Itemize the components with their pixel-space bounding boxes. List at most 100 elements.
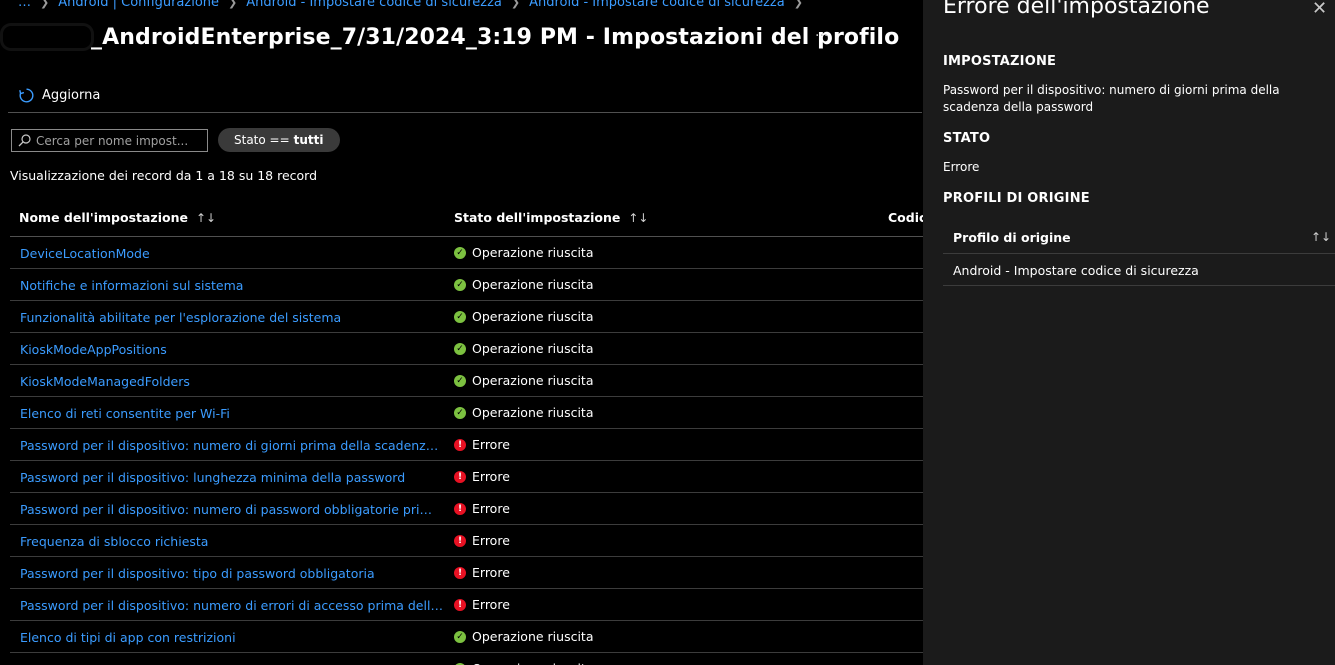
success-check-icon: ✓ (454, 630, 466, 643)
sort-icon: ↑↓ (628, 210, 649, 225)
setting-status: ! Errore (454, 437, 510, 452)
origin-table-row: Android - Impostare codice di sicurezza (943, 254, 1335, 286)
status-label: Operazione riuscita (472, 405, 594, 420)
table-row[interactable]: Notifiche e informazioni sul sistema ✓ Ope… (10, 269, 923, 301)
setting-status: ✓Operazione riuscita (454, 629, 593, 644)
breadcrumb-item-configurazione[interactable]: Android | Configurazione (58, 0, 219, 10)
breadcrumb-item-policy[interactable]: Android - Impostare codice di sicurezza (246, 0, 502, 10)
success-check-icon: ✓ (454, 406, 466, 419)
more-options-icon[interactable]: ··· (815, 28, 828, 44)
table-row[interactable]: Password per il dispositivo: numero di e… (10, 589, 923, 621)
setting-name-link[interactable]: KioskModeManagedFolders (20, 374, 444, 389)
refresh-icon (19, 88, 34, 102)
table-row[interactable]: Password per il dispositivo: numero di p… (10, 493, 923, 525)
main-blade: … ❯ Android | Configurazione ❯ Android -… (0, 0, 923, 665)
error-icon: ! (454, 502, 466, 515)
status-label: Errore (472, 469, 510, 484)
redacted-device-name (3, 26, 91, 48)
table-header: Nome dell'impostazione ↑↓ Stato dell'imp… (10, 204, 923, 237)
setting-name-link[interactable]: Password per il dispositivo: numero di g… (20, 438, 444, 453)
table-row[interactable]: DeviceLocationMode ✓ Operazione riuscita (10, 237, 923, 269)
origin-profile-name: Android - Impostare codice di sicurezza (953, 263, 1199, 278)
setting-name-link[interactable]: Notifiche e informazioni sul sistema (20, 278, 444, 293)
success-check-icon: ✓ (454, 246, 466, 259)
records-count: Visualizzazione dei record da 1 a 18 su … (10, 168, 318, 183)
setting-name-link[interactable]: Elenco di tipi di app con restrizioni (20, 630, 444, 645)
success-check-icon: ✓ (454, 374, 466, 387)
breadcrumb-item-policy-detail[interactable]: Android - Impostare codice di sicurezza (529, 0, 785, 10)
state-heading: STATO (943, 131, 991, 146)
settings-table-body: DeviceLocationMode ✓ Operazione riuscita No… (10, 237, 923, 665)
status-filter-value: tutti (293, 133, 324, 147)
setting-status: ✓Operazione riuscita (454, 661, 593, 665)
search-input[interactable]: Cerca per nome impost... (11, 129, 208, 152)
column-header-setting-name[interactable]: Nome dell'impostazione ↑↓ (19, 210, 216, 225)
table-row[interactable]: Funzionalità abilitate per l'esplorazion… (10, 301, 923, 333)
status-label: Errore (472, 501, 510, 516)
setting-status: ! Errore (454, 565, 510, 580)
chevron-right-icon: ❯ (510, 0, 521, 9)
setting-name-link[interactable]: Password per il dispositivo: numero di p… (20, 502, 444, 517)
setting-heading: IMPOSTAZIONE (943, 54, 1057, 69)
error-icon: ! (454, 598, 466, 611)
chevron-right-icon: ❯ (793, 0, 803, 9)
search-icon (18, 134, 31, 147)
sort-icon: ↑↓ (1311, 230, 1332, 244)
chevron-right-icon: ❯ (40, 0, 50, 9)
column-header-code[interactable]: Codice (888, 210, 923, 225)
close-icon[interactable]: ✕ (1312, 0, 1327, 19)
state-value: Errore (943, 160, 980, 174)
setting-name-link[interactable]: Password per il dispositivo: lunghezza m… (20, 470, 444, 485)
setting-name-link[interactable]: Password per il dispositivo: numero di e… (20, 598, 444, 613)
page-title: _AndroidEnterprise_7/31/2024_3:19 PM - I… (91, 24, 900, 50)
breadcrumb: … ❯ Android | Configurazione ❯ Android -… (18, 0, 812, 10)
table-row[interactable]: Password per il dispositivo: tipo di pas… (10, 557, 923, 589)
status-label: Errore (472, 533, 510, 548)
column-header-setting-status[interactable]: Stato dell'impostazione ↑↓ (454, 210, 648, 225)
refresh-label: Aggiorna (42, 87, 101, 103)
error-detail-panel: Errore dell'impostazione ✕ IMPOSTAZIONE … (923, 0, 1335, 665)
setting-status: ! Errore (454, 597, 510, 612)
status-filter-pill[interactable]: Stato == tutti (218, 128, 340, 152)
setting-status: ✓Operazione riuscita (454, 277, 593, 292)
status-filter-label: Stato == (234, 133, 290, 147)
search-placeholder: Cerca per nome impost... (36, 133, 189, 148)
error-icon: ! (454, 470, 466, 483)
success-check-icon: ✓ (454, 310, 466, 323)
table-row[interactable]: Password per il dispositivo: numero di g… (10, 429, 923, 461)
breadcrumb-more[interactable]: … (18, 0, 31, 10)
table-row[interactable]: KioskModeAppPositions ✓ Operazione riuscit… (10, 333, 923, 365)
table-row[interactable]: Password per il dispositivo: lunghezza m… (10, 461, 923, 493)
setting-status: ✓ Operazione riuscita (454, 245, 593, 260)
setting-name-link[interactable]: Frequenza di sblocco richiesta (20, 534, 444, 549)
table-row[interactable]: KioskModeManagedFolders ✓ Operazione riusc… (10, 365, 923, 397)
setting-status: ✓Operazione riuscita (454, 373, 593, 388)
chevron-right-icon: ❯ (228, 0, 238, 9)
table-row[interactable]: Elenco di tipi di app con restrizioni ✓ Op… (10, 621, 923, 653)
setting-status: ! Errore (454, 469, 510, 484)
table-row[interactable]: ✓Operazione riuscita (10, 653, 923, 665)
success-check-icon: ✓ (454, 342, 466, 355)
setting-status: ! Errore (454, 533, 510, 548)
status-label: Errore (472, 437, 510, 452)
status-label: Operazione riuscita (472, 341, 594, 356)
table-row[interactable]: Frequenza di sblocco richiesta ! Errore (10, 525, 923, 557)
error-icon: ! (454, 438, 466, 451)
status-label: Operazione riuscita (472, 309, 594, 324)
setting-name-link[interactable]: KioskModeAppPositions (20, 342, 444, 357)
refresh-button[interactable]: Aggiorna (18, 84, 100, 106)
panel-title: Errore dell'impostazione (943, 0, 1210, 19)
success-check-icon: ✓ (454, 278, 466, 291)
setting-name-link[interactable]: Elenco di reti consentite per Wi-Fi (20, 406, 444, 421)
setting-name-link[interactable]: Password per il dispositivo: tipo di pas… (20, 566, 444, 581)
setting-status: ✓ Operazione riuscita (454, 309, 593, 324)
setting-name-link[interactable]: Funzionalità abilitate per l'esplorazion… (20, 310, 444, 325)
setting-name-link[interactable]: DeviceLocationMode (20, 246, 444, 261)
origin-column-header: Profilo di origine (953, 230, 1071, 245)
status-label: Operazione riuscita (472, 661, 593, 665)
origin-table-header[interactable]: Profilo di origine ↑↓ (943, 221, 1335, 254)
toolbar-divider (8, 112, 922, 113)
status-label: Operazione riuscita (472, 245, 594, 260)
table-row[interactable]: Elenco di reti consentite per Wi-Fi ✓ Oper… (10, 397, 923, 429)
status-label: Errore (472, 597, 510, 612)
